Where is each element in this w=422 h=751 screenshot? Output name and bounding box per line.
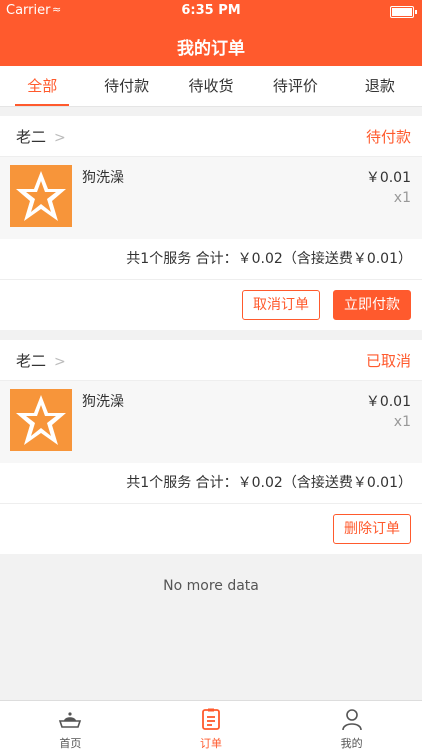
order-summary: 共1个服务 合计：￥0.02（含接送费￥0.01） [0, 239, 422, 280]
item-quantity: x1 [393, 190, 411, 206]
tabbar-profile[interactable]: 我的 [281, 701, 422, 751]
tab-pending-payment[interactable]: 待付款 [84, 66, 168, 106]
service-name: 狗洗澡 [82, 170, 124, 186]
item-price: ￥0.01 [365, 394, 411, 410]
order-actions: 删除订单 [0, 504, 422, 554]
tabbar-home[interactable]: 首页 [0, 701, 141, 751]
product-thumbnail [10, 389, 72, 451]
cancel-order-button[interactable]: 取消订单 [242, 290, 320, 320]
shop-name[interactable]: 老二 > [16, 126, 66, 147]
order-header[interactable]: 老二 > 待付款 [0, 116, 422, 157]
tabbar-orders[interactable]: 订单 [141, 701, 282, 751]
order-summary: 共1个服务 合计：￥0.02（含接送费￥0.01） [0, 463, 422, 504]
shop-name[interactable]: 老二 > [16, 350, 66, 371]
app-header: Carrier ≈ 6:35 PM 我的订单 [0, 0, 422, 66]
tab-refund[interactable]: 退款 [338, 66, 422, 106]
battery-icon [390, 6, 417, 18]
order-item[interactable]: 狗洗澡 ￥0.01 x1 [0, 157, 422, 239]
order-actions: 取消订单 立即付款 [0, 280, 422, 330]
tab-all[interactable]: 全部 [0, 66, 84, 106]
order-status: 已取消 [365, 352, 411, 370]
item-price: ￥0.01 [365, 170, 411, 186]
order-item[interactable]: 狗洗澡 ￥0.01 x1 [0, 381, 422, 463]
chevron-right-icon: > [54, 354, 66, 370]
tabbar-profile-label: 我的 [340, 737, 363, 750]
no-more-data-label: No more data [163, 578, 259, 594]
order-tabs: 全部 待付款 待收货 待评价 退款 [0, 66, 422, 107]
status-bar: Carrier ≈ 6:35 PM [0, 0, 422, 22]
item-quantity: x1 [393, 414, 411, 430]
tab-pending-review[interactable]: 待评价 [253, 66, 337, 106]
bottom-tab-bar: 首页 订单 我的 [0, 700, 422, 751]
page-title: 我的订单 [177, 39, 245, 59]
order-card: 老二 > 待付款 狗洗澡 ￥0.01 x1 共1个服务 合计：￥0.02（含接送费… [0, 116, 422, 330]
profile-icon [341, 709, 362, 731]
status-time: 6:35 PM [181, 3, 241, 18]
home-icon [59, 712, 82, 728]
tabbar-orders-label: 订单 [200, 737, 222, 750]
order-status: 待付款 [365, 128, 411, 146]
service-name: 狗洗澡 [82, 394, 124, 410]
order-card: 老二 > 已取消 狗洗澡 ￥0.01 x1 共1个服务 合计：￥0.02（含接送费… [0, 340, 422, 554]
order-icon [202, 708, 220, 730]
product-thumbnail [10, 165, 72, 227]
order-header[interactable]: 老二 > 已取消 [0, 340, 422, 381]
tabbar-home-label: 首页 [59, 737, 82, 750]
pay-now-button[interactable]: 立即付款 [333, 290, 411, 320]
tab-pending-receipt[interactable]: 待收货 [169, 66, 253, 106]
chevron-right-icon: > [54, 130, 66, 146]
delete-order-button[interactable]: 删除订单 [333, 514, 411, 544]
